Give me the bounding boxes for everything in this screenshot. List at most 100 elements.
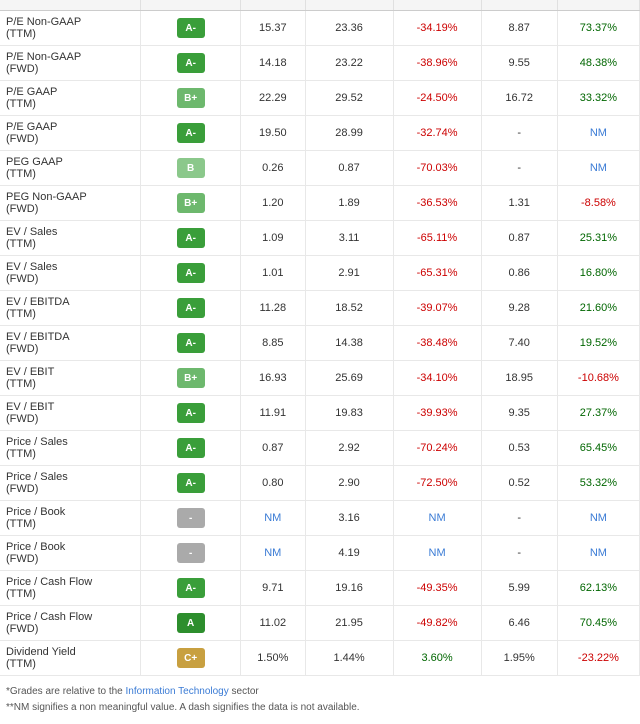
header-diff-sector — [393, 0, 481, 11]
dell-5y-avg: 0.53 — [481, 431, 557, 466]
dell-5y-avg: 5.99 — [481, 571, 557, 606]
dell-5y-avg: 0.86 — [481, 256, 557, 291]
grade-badge: A- — [177, 473, 205, 493]
it-sector-link[interactable]: Information Technology — [126, 686, 229, 697]
grade-badge: A- — [177, 123, 205, 143]
sector-median: 1.89 — [305, 186, 393, 221]
grade-badge: A — [177, 613, 205, 633]
table-row: Price / Book(FWD)-NM4.19NM-NM — [0, 536, 640, 571]
table-row: P/E Non-GAAP(FWD)A-14.1823.22-38.96%9.55… — [0, 46, 640, 81]
sector-median: 0.87 — [305, 151, 393, 186]
sector-median: 3.16 — [305, 501, 393, 536]
dell-value: 1.01 — [241, 256, 306, 291]
sector-median: 4.19 — [305, 536, 393, 571]
sector-median: 2.90 — [305, 466, 393, 501]
table-row: P/E Non-GAAP(TTM)A-15.3723.36-34.19%8.87… — [0, 11, 640, 46]
metric-name: EV / EBIT(FWD) — [0, 396, 141, 431]
dell-value: 11.91 — [241, 396, 306, 431]
dell-value: 22.29 — [241, 81, 306, 116]
sector-median: 28.99 — [305, 116, 393, 151]
dell-value: 19.50 — [241, 116, 306, 151]
metric-name: Dividend Yield(TTM) — [0, 641, 141, 676]
diff-to-sector: -65.31% — [393, 256, 481, 291]
diff-to-sector: -65.11% — [393, 221, 481, 256]
sector-median: 19.16 — [305, 571, 393, 606]
grade-cell: A- — [141, 396, 241, 431]
sector-median: 3.11 — [305, 221, 393, 256]
diff-to-sector: -70.24% — [393, 431, 481, 466]
table-row: PEG GAAP(TTM)B0.260.87-70.03%-NM — [0, 151, 640, 186]
metric-name: PEG GAAP(TTM) — [0, 151, 141, 186]
grade-cell: A- — [141, 571, 241, 606]
dell-5y-avg: 9.55 — [481, 46, 557, 81]
header-diff-avg — [557, 0, 639, 11]
grade-badge: B+ — [177, 193, 205, 213]
sector-median: 14.38 — [305, 326, 393, 361]
table-row: Dividend Yield(TTM)C+1.50%1.44%3.60%1.95… — [0, 641, 640, 676]
metric-name: EV / EBITDA(TTM) — [0, 291, 141, 326]
dell-5y-avg: 0.87 — [481, 221, 557, 256]
grade-badge: - — [177, 508, 205, 528]
metric-name: EV / Sales(FWD) — [0, 256, 141, 291]
dell-5y-avg: 1.95% — [481, 641, 557, 676]
diff-to-sector: -38.48% — [393, 326, 481, 361]
grade-cell: A- — [141, 431, 241, 466]
diff-to-5y-avg: NM — [557, 151, 639, 186]
dell-value: 9.71 — [241, 571, 306, 606]
sector-median: 2.91 — [305, 256, 393, 291]
grade-badge: B+ — [177, 88, 205, 108]
header-sector-median — [305, 0, 393, 11]
dell-5y-avg: 8.87 — [481, 11, 557, 46]
grade-badge: A- — [177, 298, 205, 318]
grade-cell: A — [141, 606, 241, 641]
dell-5y-avg: 0.52 — [481, 466, 557, 501]
diff-to-sector: -32.74% — [393, 116, 481, 151]
grade-cell: A- — [141, 291, 241, 326]
metric-name: Price / Sales(TTM) — [0, 431, 141, 466]
diff-to-sector: NM — [393, 536, 481, 571]
metric-name: EV / EBITDA(FWD) — [0, 326, 141, 361]
footer-line2: **NM signifies a non meaningful value. A… — [6, 700, 634, 716]
table-row: PEG Non-GAAP(FWD)B+1.201.89-36.53%1.31-8… — [0, 186, 640, 221]
sector-median: 2.92 — [305, 431, 393, 466]
metric-name: Price / Cash Flow(FWD) — [0, 606, 141, 641]
valuation-table-container: P/E Non-GAAP(TTM)A-15.3723.36-34.19%8.87… — [0, 0, 640, 676]
diff-to-5y-avg: 53.32% — [557, 466, 639, 501]
diff-to-5y-avg: 70.45% — [557, 606, 639, 641]
diff-to-sector: -70.03% — [393, 151, 481, 186]
dell-5y-avg: - — [481, 151, 557, 186]
diff-to-sector: -72.50% — [393, 466, 481, 501]
table-row: EV / EBITDA(FWD)A-8.8514.38-38.48%7.4019… — [0, 326, 640, 361]
dell-value: NM — [241, 536, 306, 571]
diff-to-5y-avg: NM — [557, 536, 639, 571]
diff-to-5y-avg: NM — [557, 116, 639, 151]
header-grade — [141, 0, 241, 11]
sector-median: 23.36 — [305, 11, 393, 46]
dell-value: 0.26 — [241, 151, 306, 186]
grade-badge: A- — [177, 403, 205, 423]
table-row: EV / Sales(FWD)A-1.012.91-65.31%0.8616.8… — [0, 256, 640, 291]
dell-value: 15.37 — [241, 11, 306, 46]
dell-value: 0.80 — [241, 466, 306, 501]
sector-median: 19.83 — [305, 396, 393, 431]
sector-median: 1.44% — [305, 641, 393, 676]
grade-badge: A- — [177, 438, 205, 458]
dell-5y-avg: - — [481, 116, 557, 151]
grade-badge: A- — [177, 333, 205, 353]
grade-cell: A- — [141, 256, 241, 291]
sector-median: 18.52 — [305, 291, 393, 326]
diff-to-sector: -24.50% — [393, 81, 481, 116]
table-row: Price / Sales(FWD) A- 0.802.90-72.50%0.525… — [0, 466, 640, 501]
diff-to-5y-avg: 21.60% — [557, 291, 639, 326]
grade-cell: A- — [141, 221, 241, 256]
diff-to-sector: -36.53% — [393, 186, 481, 221]
grade-cell: - — [141, 536, 241, 571]
valuation-table: P/E Non-GAAP(TTM)A-15.3723.36-34.19%8.87… — [0, 0, 640, 676]
diff-to-5y-avg: -8.58% — [557, 186, 639, 221]
metric-name: P/E Non-GAAP(FWD) — [0, 46, 141, 81]
footer-notes: *Grades are relative to the Information … — [0, 676, 640, 724]
metric-name: Price / Sales(FWD) — [0, 466, 141, 501]
grade-badge: A- — [177, 228, 205, 248]
dell-value: 0.87 — [241, 431, 306, 466]
table-row: Price / Cash Flow(TTM)A-9.7119.16-49.35%… — [0, 571, 640, 606]
